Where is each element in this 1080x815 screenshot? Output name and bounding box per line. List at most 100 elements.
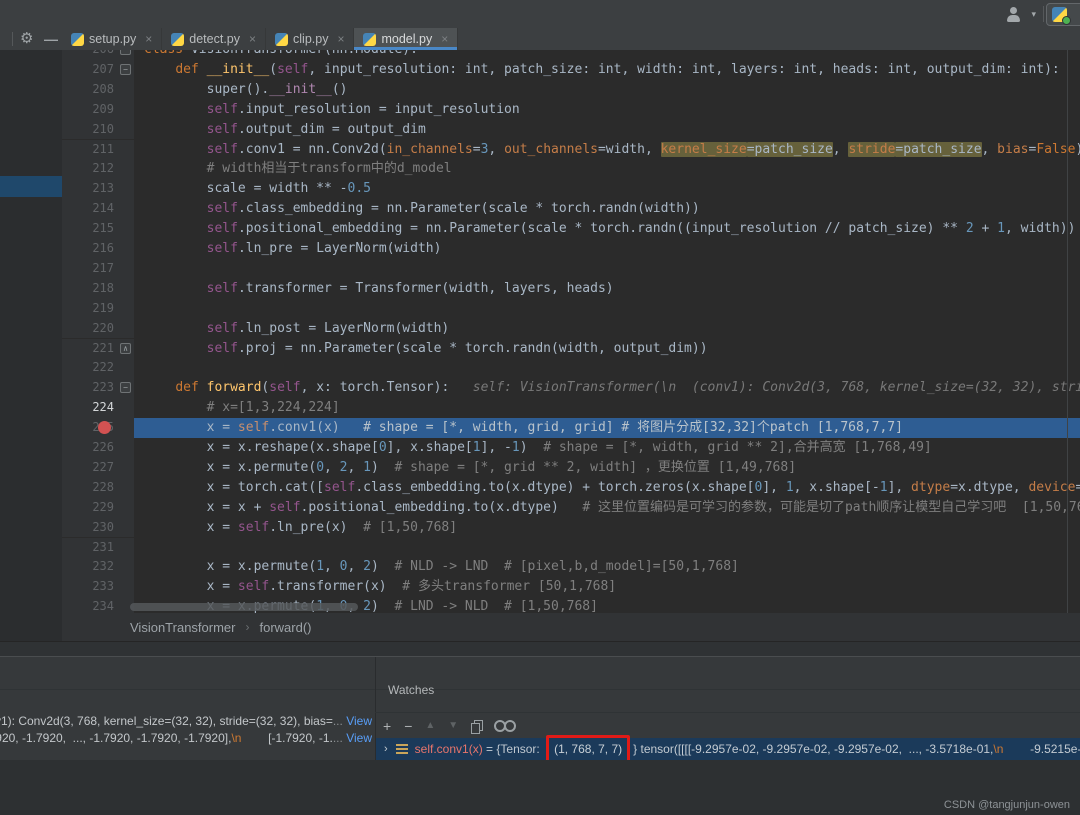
line-number[interactable]: 215 (62, 219, 120, 239)
fold-column (120, 239, 134, 259)
tab-clip.py[interactable]: clip.py× (266, 28, 354, 50)
breadcrumb-class[interactable]: VisionTransformer (130, 620, 235, 635)
add-watch-button[interactable]: + (383, 718, 391, 734)
code-line: 229 x = x + self.positional_embedding.to… (62, 498, 1080, 518)
move-watch-up-button[interactable]: ▲ (425, 718, 435, 734)
variable-row[interactable]: (conv1): Conv2d(3, 768, kernel_size=(32,… (0, 714, 372, 730)
code-text: x = x + self.positional_embedding.to(x.d… (134, 498, 1080, 518)
line-number[interactable]: 216 (62, 239, 120, 259)
move-watch-down-button[interactable]: ▼ (448, 718, 458, 734)
code-text: self.output_dim = output_dim (134, 120, 1080, 140)
gear-icon[interactable]: ⚙ (20, 29, 33, 49)
watch-text: {Tensor: (496, 742, 543, 756)
breakpoint-icon[interactable] (98, 421, 111, 434)
line-number[interactable]: 217 (62, 259, 120, 279)
code-text: scale = width ** -0.5 (134, 179, 1080, 199)
fold-column (120, 199, 134, 219)
code-text (134, 358, 1080, 378)
line-number[interactable]: 208 (62, 80, 120, 100)
line-number[interactable]: 229 (62, 498, 120, 518)
horizontal-scrollbar[interactable] (130, 603, 358, 611)
fold-column (120, 159, 134, 179)
tab-setup.py[interactable]: setup.py× (62, 28, 162, 50)
debug-bottom-area (0, 760, 1080, 815)
expand-chevron-icon[interactable]: › (384, 743, 388, 755)
watch-text: -9.5215e-02, -9.2 (1003, 742, 1080, 756)
code-line: 221∧ self.proj = nn.Parameter(scale * to… (62, 339, 1080, 359)
line-number[interactable]: 232 (62, 557, 120, 577)
line-number[interactable]: 210 (62, 120, 120, 140)
fold-end-icon[interactable]: ∧ (120, 343, 131, 354)
tab-model.py[interactable]: model.py× (354, 28, 458, 50)
line-number[interactable]: 225 (62, 418, 120, 438)
code-text: x = x.reshape(x.shape[0], x.shape[1], -1… (134, 438, 1080, 458)
fold-collapse-icon[interactable]: − (120, 382, 131, 393)
line-number[interactable]: 222 (62, 358, 120, 378)
fold-column (120, 577, 134, 597)
fold-column (120, 498, 134, 518)
line-number[interactable]: 219 (62, 299, 120, 319)
watch-item-icon (396, 743, 408, 755)
code-editor[interactable]: 206−class VisionTransformer(nn.Module):2… (62, 50, 1080, 613)
tool-strip-selection[interactable] (0, 176, 62, 197)
python-file-icon (71, 33, 84, 46)
breadcrumb-method[interactable]: forward() (259, 620, 311, 635)
variable-row[interactable]: 1.7920, -1.7920, ..., -1.7920, -1.7920, … (0, 731, 372, 747)
fold-column (120, 438, 134, 458)
line-number[interactable]: 228 (62, 478, 120, 498)
close-icon[interactable]: × (441, 32, 448, 46)
code-text: x = self.ln_pre(x) # [1,50,768] (134, 518, 1080, 538)
close-icon[interactable]: × (145, 32, 152, 46)
line-number[interactable]: 230 (62, 518, 120, 538)
line-number[interactable]: 227 (62, 458, 120, 478)
show-watches-icon[interactable] (494, 720, 516, 732)
code-line: 230 x = self.ln_pre(x) # [1,50,768] (62, 518, 1080, 538)
chevron-down-icon[interactable]: ▾ (1031, 10, 1036, 19)
code-text: self.ln_pre = LayerNorm(width) (134, 239, 1080, 259)
code-text: x = x.permute(0, 2, 1) # shape = [*, gri… (134, 458, 1080, 478)
run-configuration-button[interactable] (1046, 3, 1080, 26)
line-number[interactable]: 214 (62, 199, 120, 219)
line-number[interactable]: 226 (62, 438, 120, 458)
tab-detect.py[interactable]: detect.py × (162, 28, 266, 50)
breadcrumb: VisionTransformer › forward() (62, 613, 1080, 641)
line-number[interactable]: 211 (62, 140, 120, 160)
line-number[interactable]: 223 (62, 378, 120, 398)
line-number[interactable]: 213 (62, 179, 120, 199)
fold-column: − (120, 378, 134, 398)
code-line: 213 scale = width ** -0.5 (62, 179, 1080, 199)
line-number[interactable]: 221 (62, 339, 120, 359)
panel-band (0, 641, 1080, 657)
line-number[interactable]: 209 (62, 100, 120, 120)
code-line: 215 self.positional_embedding = nn.Param… (62, 219, 1080, 239)
line-number[interactable]: 231 (62, 538, 120, 558)
line-number[interactable]: 218 (62, 279, 120, 299)
close-icon[interactable]: × (337, 32, 344, 46)
run-active-dot (1062, 16, 1071, 25)
fold-column (120, 518, 134, 538)
hide-panel-icon[interactable]: — (44, 29, 58, 49)
close-icon[interactable]: × (249, 32, 256, 46)
variable-text: 1.7920, -1.7920, ..., -1.7920, -1.7920, … (0, 731, 231, 747)
line-number[interactable]: 206 (62, 50, 120, 60)
tab-label: detect.py (189, 32, 240, 46)
line-number[interactable]: 233 (62, 577, 120, 597)
line-number[interactable]: 224 (62, 398, 120, 418)
window-titlebar: ▾ (0, 0, 1080, 28)
fold-column (120, 100, 134, 120)
view-link[interactable]: View (343, 714, 372, 730)
line-number[interactable]: 207 (62, 60, 120, 80)
watch-row[interactable]: › self.conv1(x) = {Tensor: (1, 768, 7, 7… (376, 738, 1080, 760)
line-number[interactable]: 220 (62, 319, 120, 339)
line-number[interactable]: 212 (62, 159, 120, 179)
code-text: self.class_embedding = nn.Parameter(scal… (134, 199, 1080, 219)
remove-watch-button[interactable]: − (404, 718, 412, 734)
fold-collapse-icon[interactable]: − (120, 64, 131, 75)
view-link[interactable]: View (343, 731, 372, 747)
code-text: def forward(self, x: torch.Tensor): self… (134, 378, 1080, 398)
user-account-icon[interactable] (1006, 6, 1022, 22)
line-number[interactable]: 234 (62, 597, 120, 613)
duplicate-watch-icon[interactable] (471, 720, 481, 732)
fold-collapse-icon[interactable]: − (120, 50, 131, 55)
fold-column (120, 259, 134, 279)
